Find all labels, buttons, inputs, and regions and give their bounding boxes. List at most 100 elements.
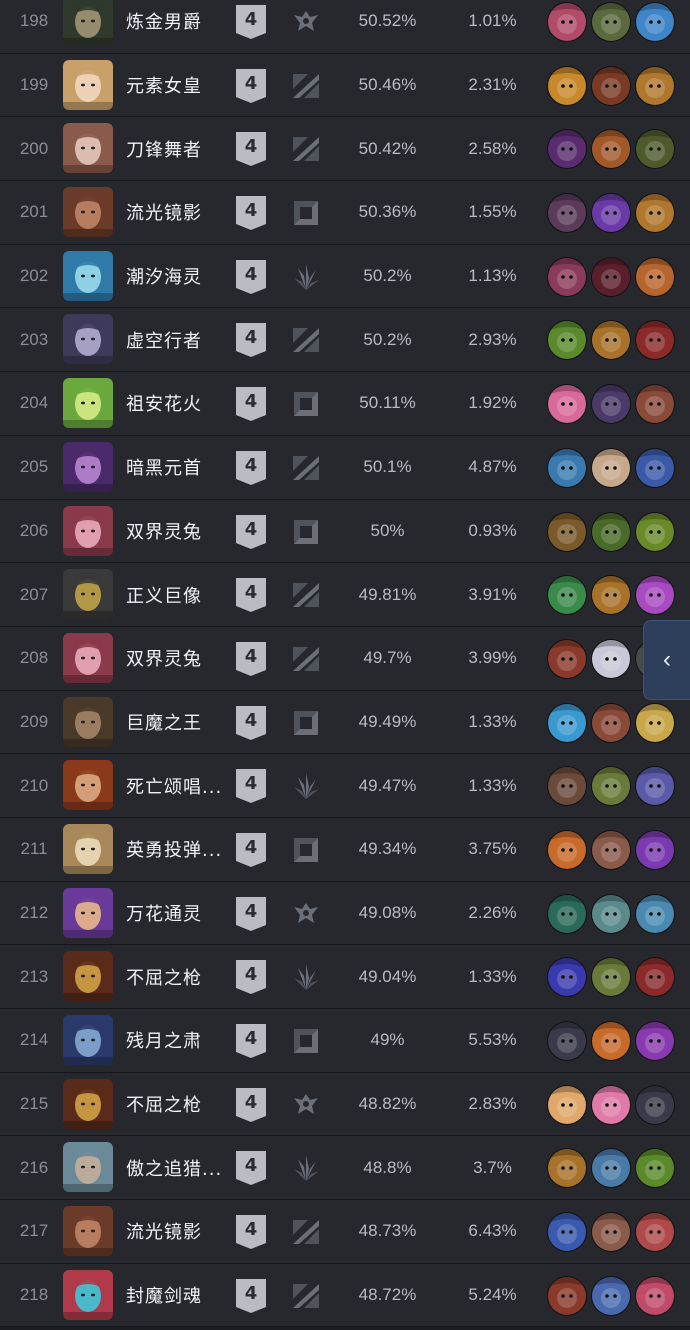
counter-champion-avatar[interactable] [592,321,630,360]
counter-champion-avatar[interactable] [592,576,630,615]
counter-champion-avatar[interactable] [636,3,674,41]
champion-row[interactable]: 201 流光镜影 4 50.36% 1.55% [0,181,690,245]
counter-champion-avatar[interactable] [548,1276,586,1315]
champion-row[interactable]: 213 不屈之枪 4 49.04% 1.33% [0,945,690,1009]
counter-champion-avatar[interactable] [636,1085,674,1124]
collapse-panel-button[interactable]: ‹ [643,620,690,700]
champion-portrait[interactable] [63,123,113,174]
counter-champion-avatar[interactable] [592,767,630,806]
counter-champion-avatar[interactable] [548,703,586,742]
counter-champion-avatar[interactable] [636,385,674,424]
counter-champion-avatar[interactable] [592,385,630,424]
champion-row[interactable]: 204 祖安花火 4 50.11% 1.92% [0,372,690,436]
champion-portrait[interactable] [63,0,113,46]
counter-champion-avatar[interactable] [592,894,630,933]
champion-row[interactable]: 217 流光镜影 4 48.73% 6.43% [0,1200,690,1264]
champion-row[interactable]: 199 元素女皇 4 50.46% 2.31% [0,53,690,118]
counter-champion-avatar[interactable] [636,194,674,233]
counter-champion-avatar[interactable] [636,1022,674,1060]
champion-portrait[interactable] [63,951,113,1002]
counter-champion-avatar[interactable] [548,958,586,997]
counter-champion-avatar[interactable] [548,385,586,424]
champion-row[interactable]: 209 巨魔之王 4 49.49% 1.33% [0,690,690,755]
champion-portrait[interactable] [63,314,113,365]
counter-champion-avatar[interactable] [592,1276,630,1315]
champion-portrait[interactable] [63,887,113,938]
champion-row[interactable]: 208 双界灵兔 4 49.7% 3.99% [0,626,690,691]
counter-champion-avatar[interactable] [636,767,674,806]
counter-champion-avatar[interactable] [636,448,674,487]
counter-champion-avatar[interactable] [592,257,630,296]
counter-champion-avatar[interactable] [636,576,674,615]
champion-row[interactable]: 207 正义巨像 4 49.81% 3.91% [0,563,690,627]
champion-row[interactable]: 205 暗黑元首 4 50.1% 4.87% [0,435,690,500]
counter-champion-avatar[interactable] [548,448,586,487]
counter-champion-avatar[interactable] [548,894,586,933]
counter-champion-avatar[interactable] [636,512,674,551]
counter-champion-avatar[interactable] [592,194,630,233]
champion-row[interactable]: 202 潮汐海灵 4 50.2% 1.13% [0,244,690,309]
champion-row[interactable]: 206 双界灵兔 4 50% 0.93% [0,499,690,564]
champion-row[interactable]: 215 不屈之枪 4 48.82% 2.83% [0,1072,690,1137]
champion-row[interactable]: 211 英勇投弹... 4 49.34% 3.75% [0,817,690,882]
champion-row[interactable]: 200 刀锋舞者 4 50.42% 2.58% [0,117,690,182]
champion-portrait[interactable] [63,378,113,429]
counter-champion-avatar[interactable] [548,1213,586,1252]
counter-champion-avatar[interactable] [592,66,630,105]
champion-portrait[interactable] [63,250,113,301]
counter-champion-avatar[interactable] [548,639,586,678]
counter-champion-avatar[interactable] [636,257,674,296]
counter-champion-avatar[interactable] [636,66,674,105]
champion-portrait[interactable] [63,441,113,492]
counter-champion-avatar[interactable] [548,130,586,169]
counter-champion-avatar[interactable] [548,1149,586,1188]
champion-portrait[interactable] [63,1078,113,1129]
counter-champion-avatar[interactable] [592,639,630,678]
counter-champion-avatar[interactable] [636,321,674,360]
counter-champion-avatar[interactable] [548,3,586,41]
counter-champion-avatar[interactable] [636,1149,674,1188]
counter-champion-avatar[interactable] [636,1276,674,1315]
champion-portrait[interactable] [63,632,113,683]
counter-champion-avatar[interactable] [636,703,674,742]
champion-row[interactable]: 198 炼金男爵 4 50.52% 1.01% [0,0,690,54]
counter-champion-avatar[interactable] [592,958,630,997]
counter-champion-avatar[interactable] [548,1022,586,1060]
champion-portrait[interactable] [63,696,113,747]
counter-champion-avatar[interactable] [548,830,586,869]
counter-champion-avatar[interactable] [636,830,674,869]
champion-row[interactable]: 216 傲之追猎... 4 48.8% 3.7% [0,1136,690,1201]
counter-champion-avatar[interactable] [592,130,630,169]
champion-portrait[interactable] [63,823,113,874]
counter-champion-avatar[interactable] [548,257,586,296]
counter-champion-avatar[interactable] [592,1085,630,1124]
counter-champion-avatar[interactable] [548,767,586,806]
counter-champion-avatar[interactable] [592,1213,630,1252]
champion-portrait[interactable] [63,1015,113,1065]
champion-row[interactable]: 212 万花通灵 4 49.08% 2.26% [0,881,690,946]
champion-portrait[interactable] [63,187,113,238]
counter-champion-avatar[interactable] [592,512,630,551]
counter-champion-avatar[interactable] [548,512,586,551]
champion-portrait[interactable] [63,1142,113,1193]
champion-portrait[interactable] [63,59,113,110]
champion-portrait[interactable] [63,1206,113,1257]
counter-champion-avatar[interactable] [548,576,586,615]
champion-portrait[interactable] [63,1269,113,1320]
champion-row[interactable]: 210 死亡颂唱... 4 49.47% 1.33% [0,754,690,818]
counter-champion-avatar[interactable] [548,194,586,233]
counter-champion-avatar[interactable] [592,3,630,41]
counter-champion-avatar[interactable] [636,958,674,997]
counter-champion-avatar[interactable] [548,1085,586,1124]
counter-champion-avatar[interactable] [592,1149,630,1188]
champion-portrait[interactable] [63,760,113,811]
counter-champion-avatar[interactable] [592,830,630,869]
counter-champion-avatar[interactable] [636,894,674,933]
counter-champion-avatar[interactable] [548,321,586,360]
counter-champion-avatar[interactable] [592,448,630,487]
champion-portrait[interactable] [63,505,113,556]
counter-champion-avatar[interactable] [592,1022,630,1060]
counter-champion-avatar[interactable] [592,703,630,742]
champion-portrait[interactable] [63,569,113,620]
counter-champion-avatar[interactable] [636,130,674,169]
